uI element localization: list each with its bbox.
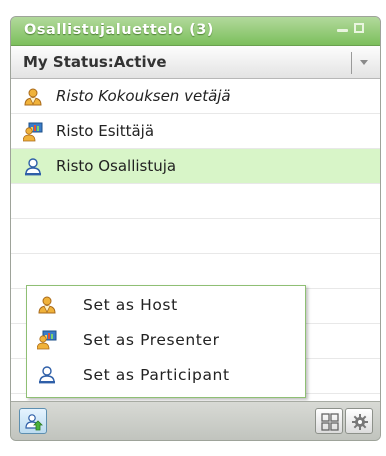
attendee-name: Risto Esittäjä — [56, 122, 155, 140]
attendee-row-host[interactable]: Risto Kokouksen vetäjä — [11, 79, 380, 114]
display-mode-button[interactable] — [315, 408, 343, 434]
attendee-name: Risto Kokouksen vetäjä — [56, 87, 231, 105]
empty-row — [11, 219, 380, 254]
minimize-icon[interactable] — [337, 29, 348, 32]
presenter-icon — [23, 122, 43, 142]
maximize-icon[interactable] — [354, 23, 364, 33]
empty-row — [11, 254, 380, 289]
participant-icon — [39, 366, 55, 384]
presenter-icon — [37, 330, 57, 350]
my-status-label: My Status:Active — [23, 53, 167, 71]
chevron-down-icon[interactable] — [360, 60, 368, 65]
pod-toolbar — [11, 401, 380, 440]
pod-title-bar[interactable]: Osallistujaluettelo (3) — [11, 17, 380, 46]
display-mode-icon — [321, 413, 339, 431]
pod-options-button[interactable] — [345, 408, 373, 434]
host-icon — [38, 296, 56, 314]
empty-row — [11, 184, 380, 219]
menu-item-set-as-participant[interactable]: Set as Participant — [27, 359, 305, 392]
dropdown-divider — [351, 52, 352, 74]
change-role-menu: Set as Host Set as Presenter Set as Part… — [26, 285, 306, 398]
menu-item-label: Set as Host — [83, 296, 178, 314]
change-role-button[interactable] — [19, 408, 47, 434]
menu-item-label: Set as Participant — [83, 366, 230, 384]
participant-icon — [25, 158, 41, 176]
attendee-row-participant[interactable]: Risto Osallistuja — [11, 149, 380, 184]
host-icon — [24, 88, 42, 106]
menu-item-label: Set as Presenter — [83, 331, 220, 349]
attendee-pod: Osallistujaluettelo (3) My Status:Active… — [10, 16, 381, 441]
gear-icon — [352, 414, 368, 430]
change-role-icon — [25, 414, 43, 431]
pod-title: Osallistujaluettelo (3) — [24, 22, 214, 38]
menu-item-set-as-presenter[interactable]: Set as Presenter — [27, 324, 305, 357]
my-status-dropdown[interactable]: My Status:Active — [11, 46, 380, 79]
attendee-row-presenter[interactable]: Risto Esittäjä — [11, 114, 380, 149]
attendee-name: Risto Osallistuja — [56, 157, 177, 175]
menu-item-set-as-host[interactable]: Set as Host — [27, 289, 305, 322]
